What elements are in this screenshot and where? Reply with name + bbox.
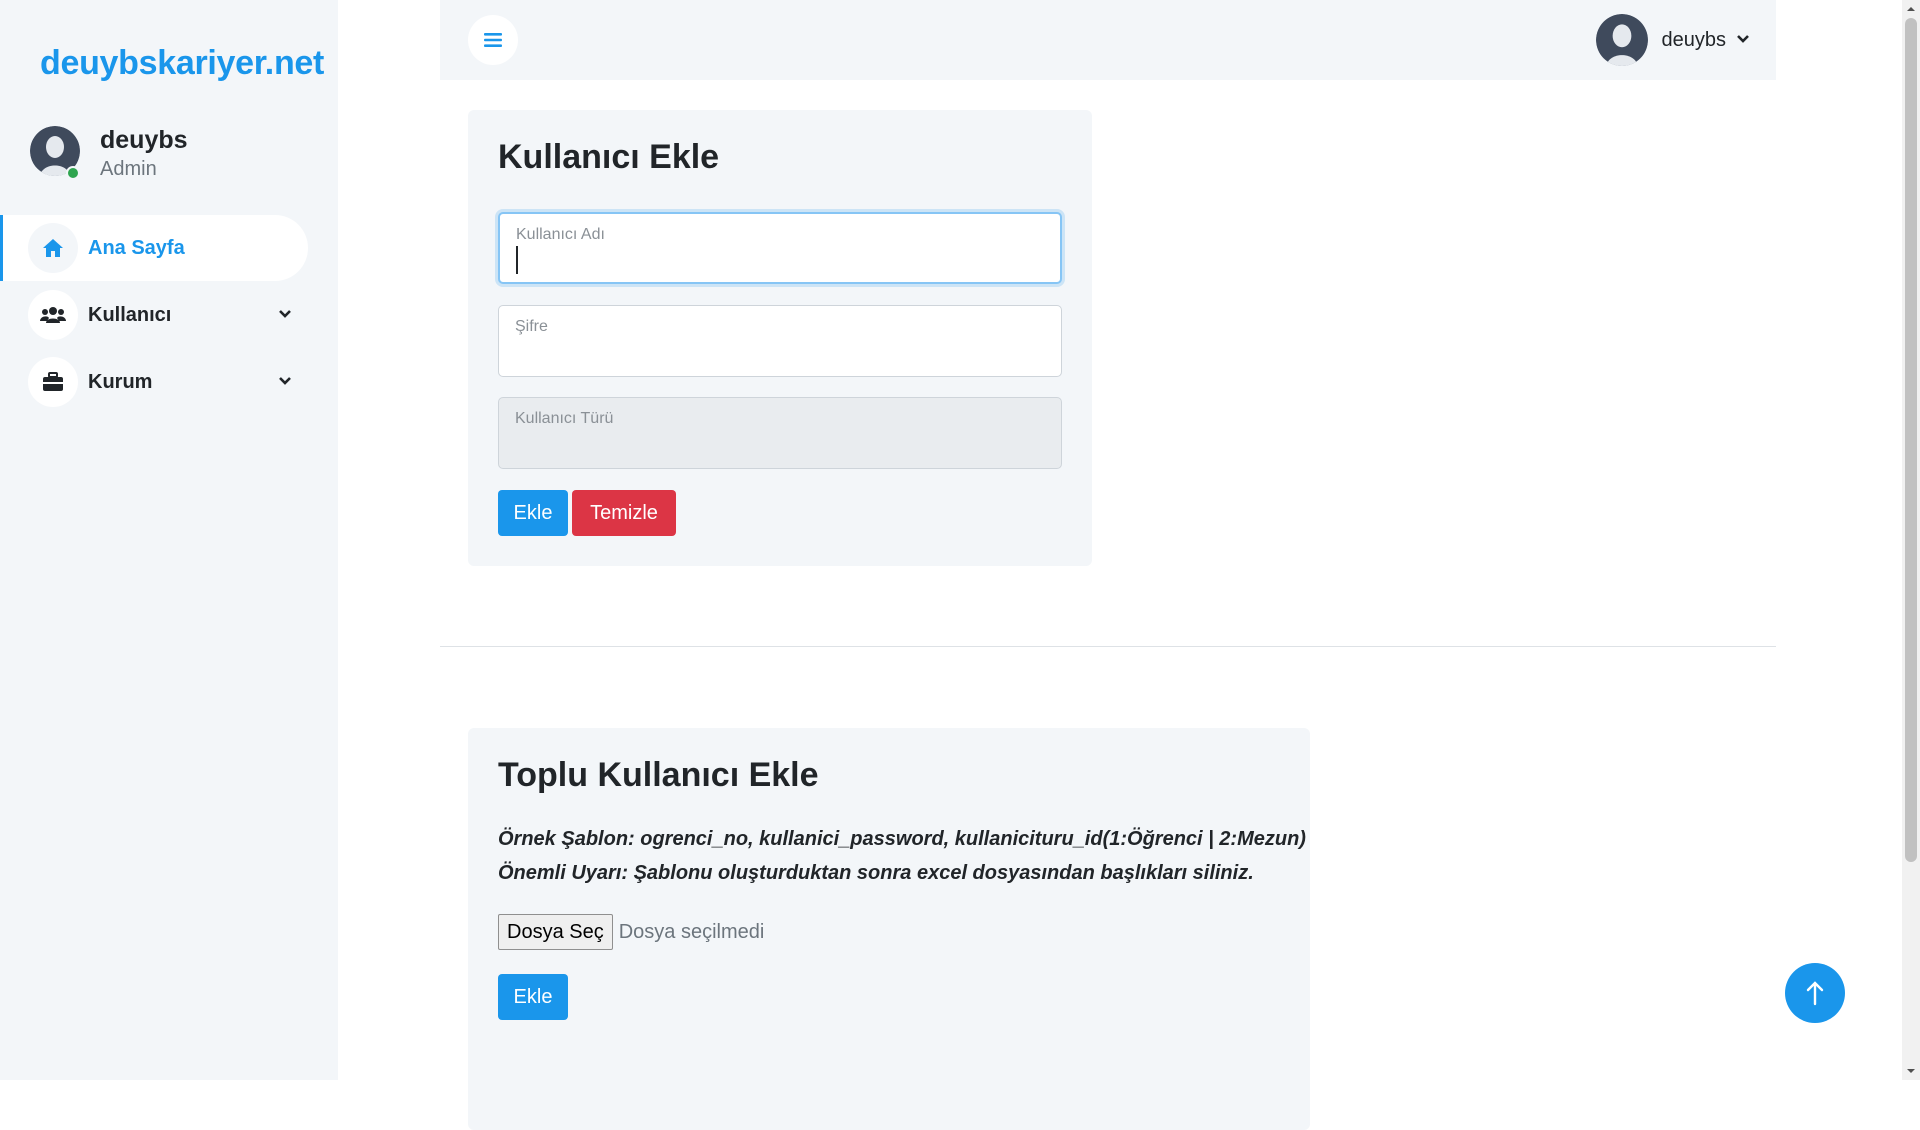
section-divider (440, 646, 1776, 647)
sidebar-nav: Ana Sayfa Kullanıcı Kurum (0, 215, 338, 416)
username-field[interactable]: Kullanıcı Adı (498, 212, 1062, 284)
profile-name: deuybs (100, 126, 188, 154)
vertical-scrollbar[interactable] (1902, 0, 1920, 1080)
bulk-add-title: Toplu Kullanıcı Ekle (498, 756, 819, 794)
brand-logo-text[interactable]: deuybskariyer.net (40, 44, 324, 83)
warning-note: Önemli Uyarı: Şablonu oluşturduktan sonr… (498, 862, 1254, 884)
sidebar-item-ana-sayfa[interactable]: Ana Sayfa (0, 215, 308, 281)
sidebar-item-kurum[interactable]: Kurum (0, 349, 308, 415)
text-caret (516, 246, 518, 274)
bulk-add-card: Toplu Kullanıcı Ekle Örnek Şablon: ogren… (468, 728, 1310, 1130)
add-user-submit-button[interactable]: Ekle (498, 490, 568, 536)
arrow-up-icon (1806, 981, 1824, 1006)
user-menu-dropdown[interactable]: deuybs (1595, 14, 1751, 66)
add-user-card: Kullanıcı Ekle Kullanıcı Adı Şifre Kulla… (468, 110, 1092, 566)
sidebar-item-label: Kullanıcı (88, 303, 172, 326)
user-type-select[interactable]: Kullanıcı Türü (498, 397, 1062, 469)
bulk-add-submit-button[interactable]: Ekle (498, 974, 568, 1020)
avatar (1595, 14, 1648, 66)
topbar: deuybs (440, 0, 1776, 80)
hamburger-menu-button[interactable] (468, 15, 518, 65)
username-field-label: Kullanıcı Adı (516, 226, 605, 243)
sidebar-item-label: Kurum (88, 370, 153, 393)
scroll-down-arrow-icon[interactable] (1902, 1062, 1920, 1080)
user-menu-name: deuybs (1661, 28, 1727, 51)
user-avatar-icon (1595, 14, 1648, 66)
password-field[interactable]: Şifre (498, 305, 1062, 377)
home-icon (28, 223, 78, 273)
back-to-top-button[interactable] (1785, 963, 1845, 1023)
scroll-up-arrow-icon[interactable] (1902, 0, 1920, 18)
file-input[interactable]: Dosya Seç Dosya seçilmedi (498, 914, 764, 950)
sidebar-item-kullanici[interactable]: Kullanıcı (0, 282, 308, 348)
chevron-down-icon (1736, 31, 1750, 49)
hamburger-icon (484, 33, 502, 47)
online-status-dot (66, 166, 80, 180)
password-field-label: Şifre (515, 318, 548, 335)
clear-form-button[interactable]: Temizle (572, 490, 676, 536)
sidebar: deuybskariyer.net deuybs Admin Ana Sayfa (0, 0, 338, 1080)
scrollbar-thumb[interactable] (1905, 18, 1917, 862)
profile-role: Admin (100, 158, 157, 180)
choose-file-button[interactable]: Dosya Seç (498, 914, 613, 950)
chevron-down-icon[interactable] (278, 306, 292, 324)
chevron-down-icon[interactable] (278, 373, 292, 391)
main-content: Kullanıcı Ekle Kullanıcı Adı Şifre Kulla… (440, 80, 1776, 1130)
add-user-title: Kullanıcı Ekle (498, 138, 720, 176)
briefcase-icon (28, 357, 78, 407)
file-status: Dosya seçilmedi (618, 920, 765, 943)
main-gutter (338, 0, 440, 1080)
user-type-field-label: Kullanıcı Türü (515, 410, 614, 427)
users-icon (28, 290, 78, 340)
template-note: Örnek Şablon: ogrenci_no, kullanici_pass… (498, 828, 1306, 850)
sidebar-item-label: Ana Sayfa (88, 236, 185, 259)
